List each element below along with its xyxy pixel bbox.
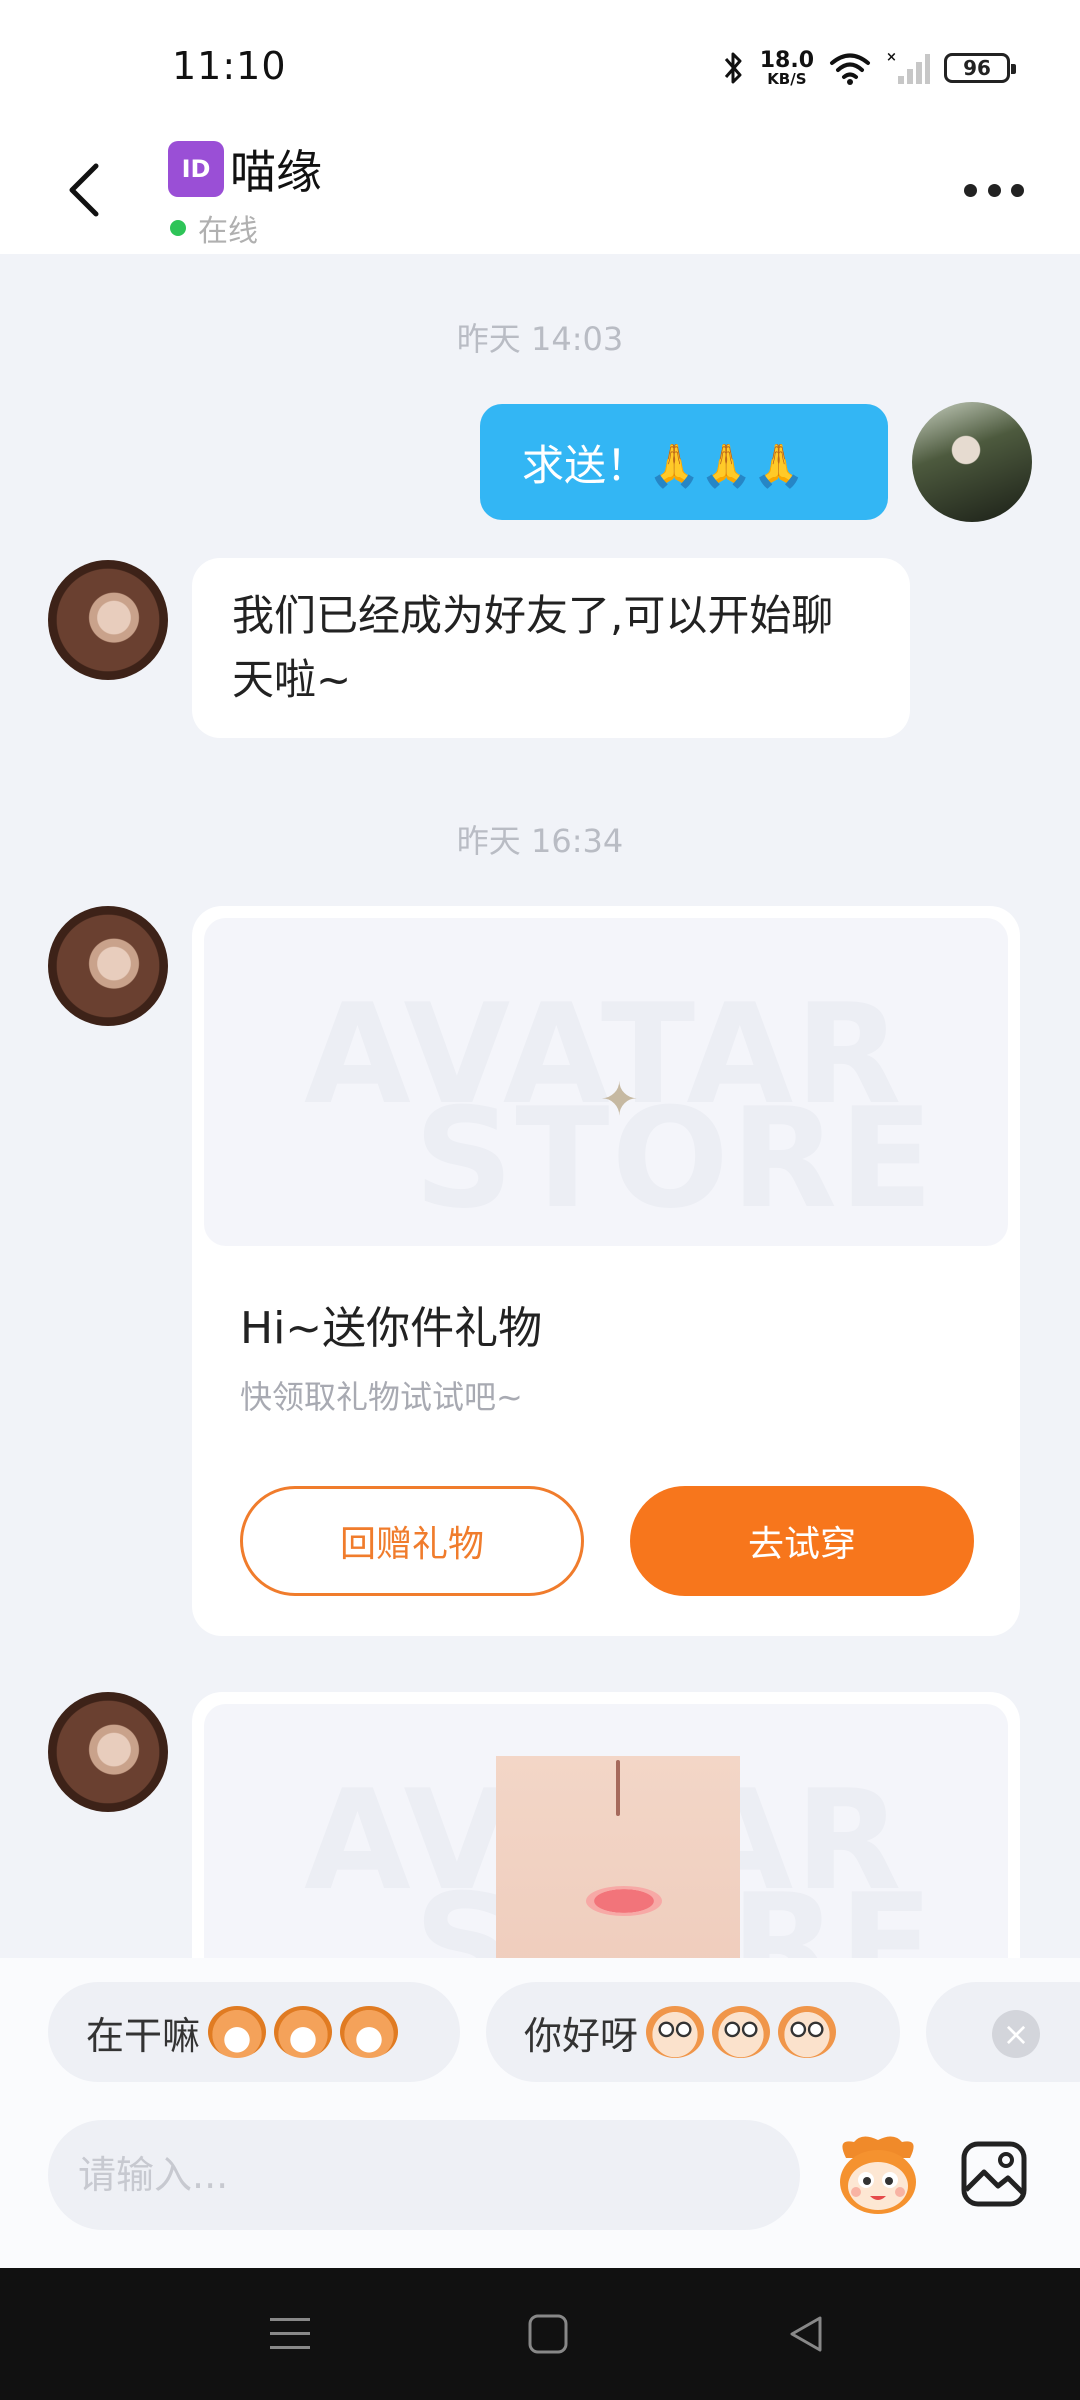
back-nav-button[interactable] <box>776 2304 836 2364</box>
battery-icon: 96 <box>944 53 1016 83</box>
bluetooth-icon <box>724 52 742 84</box>
quick-reply-bar: 在干嘛 你好呀 × <box>0 1958 1080 2082</box>
back-button[interactable] <box>52 152 116 228</box>
chat-header: ID 喵缘 在线 <box>0 130 1080 254</box>
id-badge-icon: ID <box>168 141 224 197</box>
gift-card-subtitle: 快领取礼物试试吧~ <box>240 1378 523 1416</box>
more-options-button[interactable] <box>964 170 1024 210</box>
gift-card[interactable]: AVATAR STORE ✦ Hi~送你件礼物 快领取礼物试试吧~ 回赠礼物 去… <box>192 906 1020 1636</box>
try-on-button[interactable]: 去试穿 <box>630 1486 974 1596</box>
sparkle-icon: ✦ <box>600 1072 639 1126</box>
status-bar: 11:10 18.0 KB/S × 96 <box>0 0 1080 130</box>
incoming-message[interactable]: 我们已经成为好友了,可以开始聊天啦~ <box>192 558 910 738</box>
image-icon[interactable] <box>958 2138 1030 2210</box>
quick-reply-chip[interactable]: 你好呀 <box>486 1982 900 2082</box>
contact-avatar[interactable] <box>48 560 168 680</box>
grin-emoji-icon <box>208 2006 267 2058</box>
status-icons: 18.0 KB/S × 96 <box>722 46 1016 90</box>
quick-reply-text: 在干嘛 <box>86 2013 201 2058</box>
monkey-emoji-icon <box>778 2006 837 2058</box>
triangle-back-icon <box>790 2316 822 2352</box>
menu-nav-button[interactable] <box>260 2304 320 2364</box>
status-time: 11:10 <box>172 44 287 88</box>
svg-text:×: × <box>886 50 897 65</box>
message-timestamp: 昨天 14:03 <box>456 320 624 358</box>
gift-card[interactable]: AVATAR STORE <box>192 1692 1020 1958</box>
system-nav-bar <box>0 2268 1080 2400</box>
dot-icon <box>987 183 1001 197</box>
input-bar <box>0 2082 1080 2268</box>
online-status: 在线 <box>198 214 258 249</box>
dot-icon <box>1011 183 1024 197</box>
chevron-left-icon <box>69 163 99 217</box>
close-icon[interactable]: × <box>992 2010 1040 2058</box>
contact-name: 喵缘 <box>230 145 322 199</box>
contact-avatar[interactable] <box>48 906 168 1026</box>
contact-avatar[interactable] <box>48 1692 168 1812</box>
monkey-emoji-icon <box>646 2006 705 2058</box>
home-nav-button[interactable] <box>518 2304 578 2364</box>
wifi-icon <box>830 53 870 85</box>
grin-emoji-icon <box>274 2006 333 2058</box>
gift-card-title: Hi~送你件礼物 <box>240 1303 543 1354</box>
message-timestamp: 昨天 16:34 <box>456 822 624 860</box>
return-gift-button[interactable]: 回赠礼物 <box>240 1486 584 1596</box>
menu-icon <box>270 2318 310 2349</box>
dot-icon <box>964 183 977 197</box>
square-home-icon <box>528 2314 568 2354</box>
gift-banner-image: AVATAR STORE ✦ <box>204 918 1008 1246</box>
my-avatar[interactable] <box>912 402 1032 522</box>
net-speed: 18.0 KB/S <box>759 47 814 88</box>
grin-emoji-icon <box>340 2006 399 2058</box>
chat-messages[interactable]: 昨天 14:03 求送！🙏🙏🙏 我们已经成为好友了,可以开始聊天啦~ 昨天 16… <box>0 254 1080 1958</box>
message-input[interactable] <box>48 2120 800 2230</box>
sticker-mascot-icon[interactable] <box>832 2128 924 2220</box>
online-status-dot <box>170 220 186 236</box>
watermark-text: STORE <box>414 1078 936 1239</box>
signal-icon: × <box>886 50 930 84</box>
quick-reply-text: 你好呀 <box>524 2013 639 2058</box>
outgoing-message[interactable]: 求送！🙏🙏🙏 <box>480 404 888 520</box>
monkey-emoji-icon <box>712 2006 771 2058</box>
contact-info[interactable]: ID 喵缘 在线 <box>168 136 322 250</box>
gift-banner-image: AVATAR STORE <box>204 1704 1008 1958</box>
avatar-face-image <box>496 1756 740 1958</box>
quick-reply-chip[interactable]: 在干嘛 <box>48 1982 460 2082</box>
